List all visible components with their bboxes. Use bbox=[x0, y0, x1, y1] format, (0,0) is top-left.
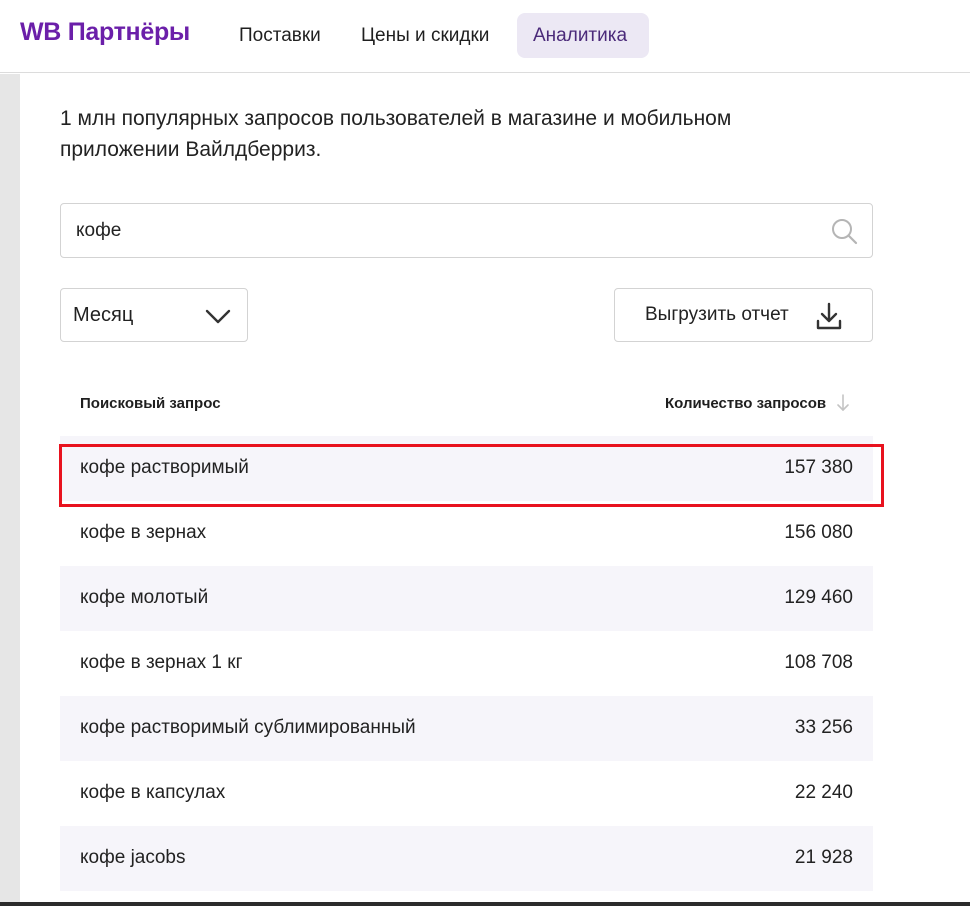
table-row[interactable]: кофе в капсулах 22 240 bbox=[60, 761, 873, 826]
row-count: 129 460 bbox=[784, 587, 853, 608]
search-icon[interactable] bbox=[829, 216, 859, 246]
intro-text: 1 млн популярных запросов пользователей … bbox=[60, 107, 732, 161]
logo[interactable]: WB Партнёры bbox=[20, 18, 190, 47]
export-report-button[interactable]: Выгрузить отчет bbox=[614, 288, 873, 342]
top-header: WB Партнёры Поставки Цены и скидки Анали… bbox=[0, 0, 970, 73]
chevron-down-icon bbox=[205, 309, 231, 324]
nav-analytics[interactable]: Аналитика bbox=[517, 13, 649, 58]
row-count: 22 240 bbox=[794, 782, 853, 803]
row-count: 21 928 bbox=[794, 847, 853, 868]
table-row[interactable]: кофе растворимый 157 380 bbox=[60, 436, 873, 501]
row-count: 108 708 bbox=[784, 652, 853, 673]
column-header-query: Поисковый запрос bbox=[80, 395, 221, 412]
table-row[interactable]: кофе jacobs 21 928 bbox=[60, 826, 873, 891]
column-header-count[interactable]: Количество запросов bbox=[665, 395, 826, 412]
row-query: кофе jacobs bbox=[80, 847, 186, 868]
row-query: кофе в зернах bbox=[80, 522, 207, 543]
page: WB Партнёры Поставки Цены и скидки Анали… bbox=[0, 0, 970, 906]
sidebar-strip bbox=[0, 74, 20, 906]
arrow-down-icon[interactable] bbox=[836, 393, 850, 413]
period-select[interactable]: Месяц bbox=[60, 288, 248, 342]
download-icon bbox=[816, 302, 842, 330]
table-row[interactable]: кофе молотый 129 460 bbox=[60, 566, 873, 631]
table-row[interactable]: кофе растворимый сублимированный 33 256 bbox=[60, 696, 873, 761]
nav-prices-discounts[interactable]: Цены и скидки bbox=[361, 13, 489, 58]
search-input[interactable] bbox=[76, 216, 816, 246]
row-count: 33 256 bbox=[794, 717, 853, 738]
bottom-bar bbox=[0, 902, 970, 906]
export-label: Выгрузить отчет bbox=[645, 304, 789, 325]
table-row[interactable]: кофе в зернах 1 кг 108 708 bbox=[60, 631, 873, 696]
row-query: кофе растворимый bbox=[80, 457, 249, 478]
row-query: кофе молотый bbox=[80, 587, 209, 608]
period-selected: Месяц bbox=[73, 304, 134, 326]
table-row[interactable]: кофе в зернах 156 080 bbox=[60, 501, 873, 566]
search-box[interactable] bbox=[60, 203, 873, 258]
row-query: кофе в капсулах bbox=[80, 782, 226, 803]
row-query: кофе растворимый сублимированный bbox=[80, 717, 416, 738]
row-query: кофе в зернах 1 кг bbox=[80, 652, 243, 673]
row-count: 157 380 bbox=[784, 457, 853, 478]
nav-supplies[interactable]: Поставки bbox=[239, 13, 321, 58]
row-count: 156 080 bbox=[784, 522, 853, 543]
